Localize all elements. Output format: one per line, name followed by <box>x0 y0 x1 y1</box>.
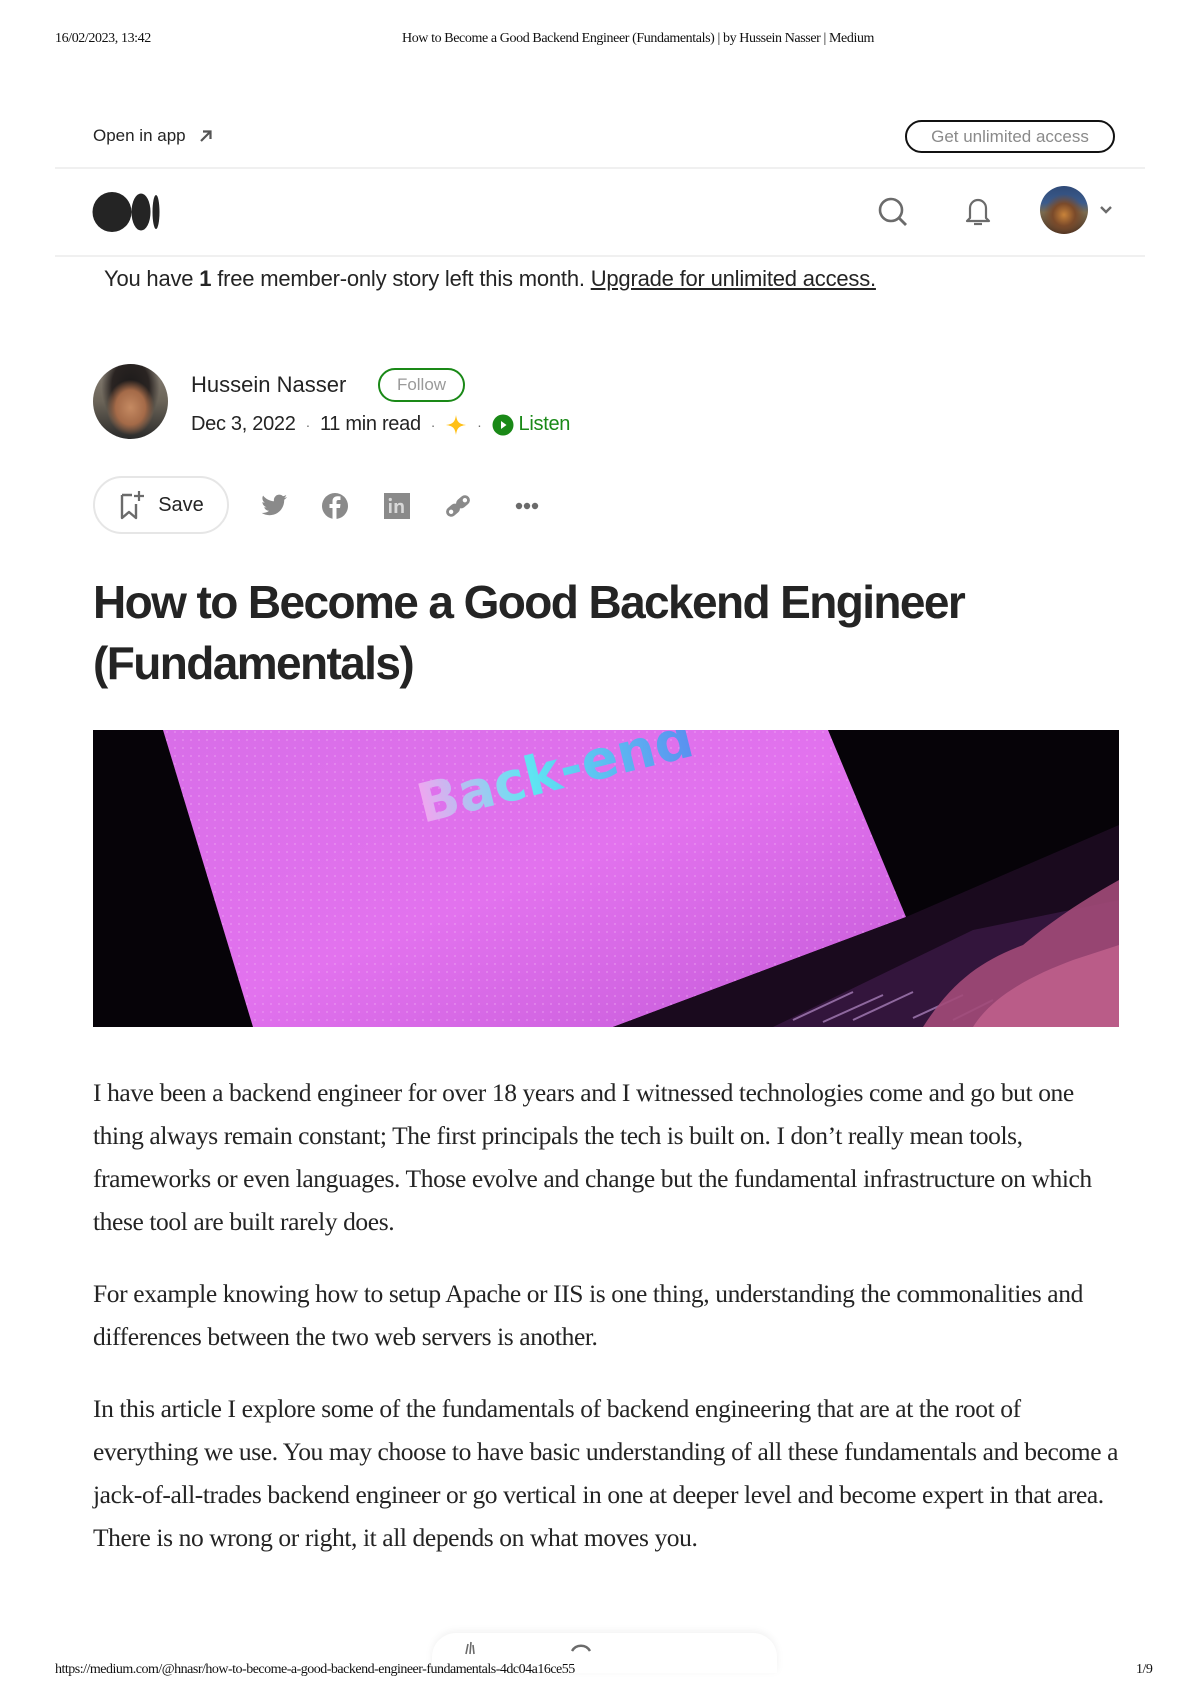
medium-logo[interactable] <box>92 190 162 234</box>
linkedin-icon[interactable] <box>382 491 412 521</box>
get-unlimited-access-button[interactable]: Get unlimited access <box>905 120 1115 153</box>
link-icon[interactable] <box>443 491 473 521</box>
listen-label: Listen <box>518 413 571 435</box>
paragraph: For example knowing how to setup Apache … <box>93 1279 1083 1351</box>
more-icon[interactable] <box>513 491 543 521</box>
bell-icon[interactable] <box>961 193 995 227</box>
print-url: https://medium.com/@hnasr/how-to-become-… <box>55 1662 575 1677</box>
author-avatar[interactable] <box>93 364 168 439</box>
author-name[interactable]: Hussein Nasser <box>191 372 346 398</box>
response-icon[interactable] <box>570 1642 592 1652</box>
member-notice: You have 1 free member-only story left t… <box>104 266 876 292</box>
nav-divider <box>55 255 1145 257</box>
notice-prefix: You have <box>104 266 200 291</box>
upgrade-link[interactable]: Upgrade for unlimited access. <box>591 266 876 291</box>
paragraph: In this article I explore some of the fu… <box>93 1394 1119 1552</box>
follow-button[interactable]: Follow <box>378 368 465 402</box>
hero-image: Back-end <box>93 730 1119 1027</box>
star-icon <box>446 414 467 435</box>
meta-separator: · <box>477 416 482 433</box>
user-avatar[interactable] <box>1040 186 1088 234</box>
open-in-app-label: Open in app <box>93 126 186 145</box>
notice-count: 1 <box>199 266 212 291</box>
meta-separator: · <box>305 416 311 433</box>
save-button[interactable]: Save <box>93 476 229 534</box>
paragraph: I have been a backend engineer for over … <box>93 1078 1092 1236</box>
print-datetime: 16/02/2023, 13:42 <box>55 31 151 46</box>
bookmark-add-icon <box>121 491 145 520</box>
article-title: How to Become a Good Backend Engineer (F… <box>93 576 966 689</box>
twitter-icon[interactable] <box>259 490 289 520</box>
search-icon[interactable] <box>876 195 910 229</box>
top-divider <box>55 167 1145 169</box>
article-meta: Dec 3, 2022 · 11 min read · · Listen <box>191 413 570 436</box>
listen-button[interactable]: Listen <box>492 413 571 436</box>
notice-suffix: free member-only story left this month. <box>211 266 591 291</box>
publish-date: Dec 3, 2022 <box>191 413 296 435</box>
read-time: 11 min read <box>319 413 421 435</box>
hero-illustration: Back-end <box>93 730 1119 1027</box>
open-in-app-link[interactable]: Open in app <box>93 126 214 146</box>
print-doc-title: How to Become a Good Backend Engineer (F… <box>402 31 875 46</box>
chevron-down-icon[interactable] <box>1100 206 1112 214</box>
clap-icon[interactable] <box>462 1641 478 1655</box>
facebook-icon[interactable] <box>320 491 350 521</box>
meta-separator: · <box>430 416 436 433</box>
arrow-up-right-icon <box>199 130 212 142</box>
save-label: Save <box>158 493 204 516</box>
play-icon <box>492 414 514 435</box>
print-page-number: 1/9 <box>1136 1662 1153 1677</box>
